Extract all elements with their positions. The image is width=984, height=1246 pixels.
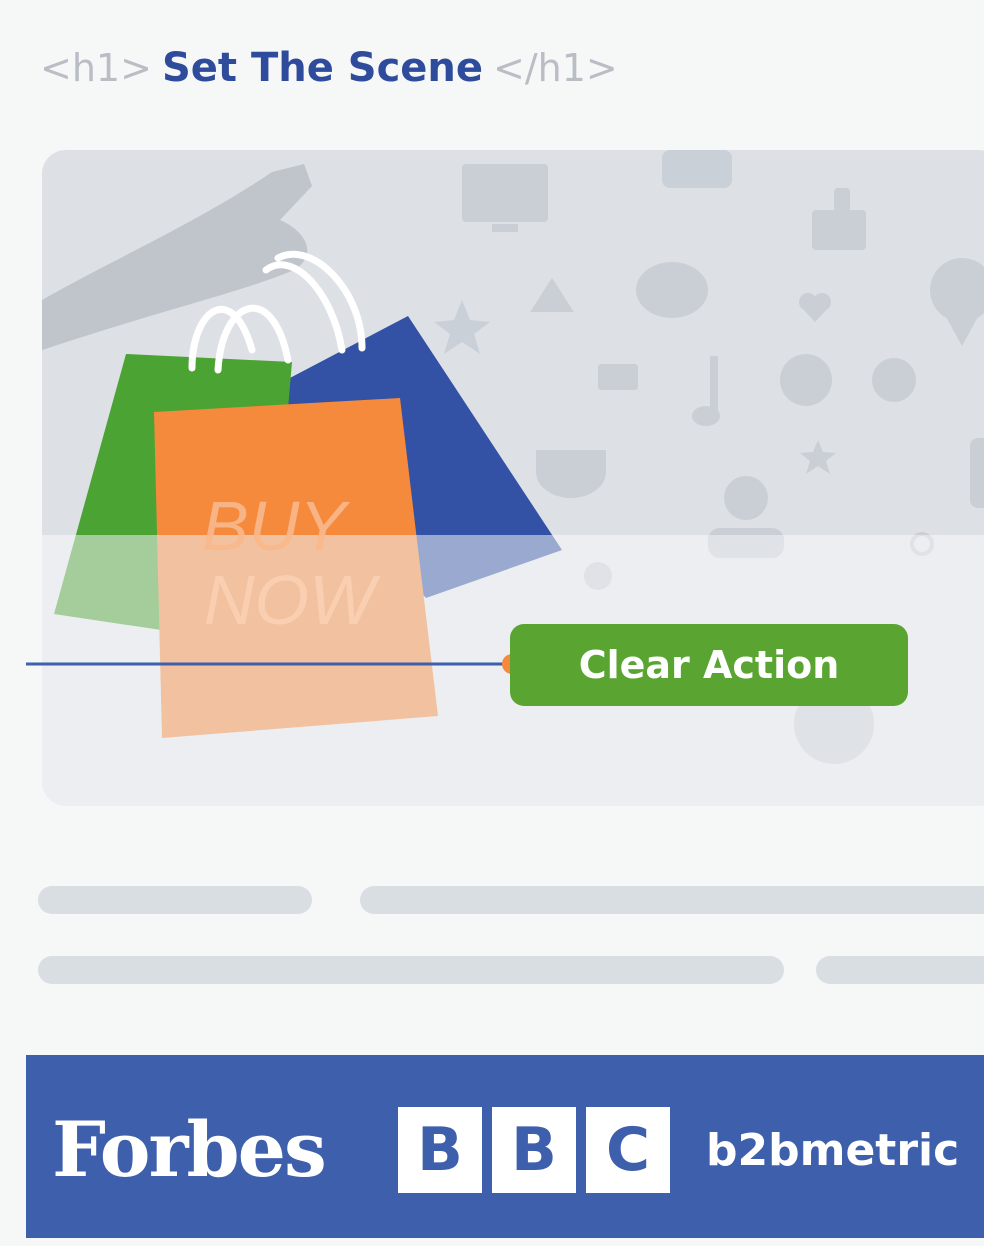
skeleton-line	[816, 956, 984, 984]
skeleton-line	[360, 886, 984, 914]
clear-action-button[interactable]: Clear Action	[510, 624, 908, 706]
skeleton-line	[38, 886, 312, 914]
b2bmetric-logo: b2bmetric	[706, 1125, 960, 1176]
skeleton-line	[38, 956, 784, 984]
press-logo-bar: Forbes B B C b2bmetric	[26, 1055, 984, 1238]
bbc-letter-c: C	[586, 1107, 670, 1193]
bbc-letter-b2: B	[492, 1107, 576, 1193]
forbes-logo: Forbes	[52, 1105, 327, 1194]
bbc-letter-b1: B	[398, 1107, 482, 1193]
bbc-logo: B B C	[398, 1107, 670, 1193]
